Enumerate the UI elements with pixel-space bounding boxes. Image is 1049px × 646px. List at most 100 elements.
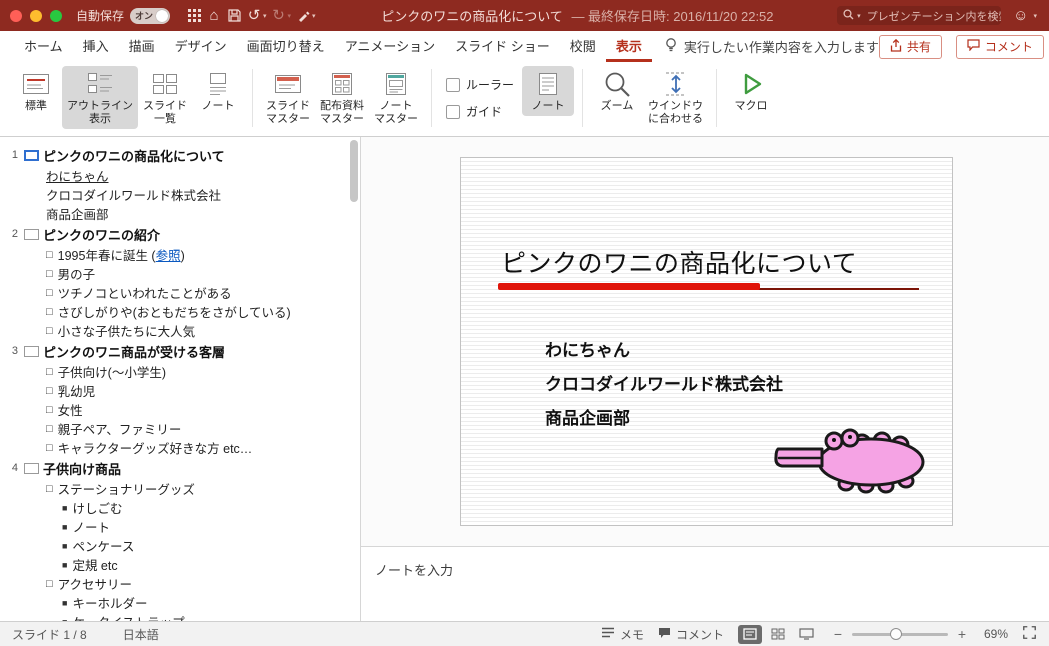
- redo-chevron-icon[interactable]: ▾: [288, 12, 292, 20]
- share-button[interactable]: 共有: [878, 34, 942, 59]
- outline-item[interactable]: □ 小さな子供たちに大人気: [0, 321, 360, 340]
- fullscreen-window-button[interactable]: [50, 9, 62, 22]
- outline-item[interactable]: わにちゃん: [0, 166, 360, 185]
- tab-表示[interactable]: 表示: [606, 31, 652, 62]
- language-indicator[interactable]: 日本語: [123, 626, 159, 643]
- notes-toggle-button[interactable]: ノート: [522, 66, 575, 116]
- document-name: ピンクのワニの商品化について: [381, 9, 563, 24]
- tab-デザイン[interactable]: デザイン: [165, 31, 237, 62]
- slide-thumbnail-icon[interactable]: [24, 149, 39, 161]
- outline-item[interactable]: ■ ノート: [0, 517, 360, 536]
- outline-item[interactable]: □ 親子ペア、ファミリー: [0, 419, 360, 438]
- outline-item[interactable]: □ キャラクターグッズ好きな方 etc…: [0, 438, 360, 457]
- search-chevron-icon[interactable]: ▾: [857, 12, 861, 20]
- zoom-slider-thumb[interactable]: [890, 627, 902, 640]
- outline-item[interactable]: ■ ケータイストラップ: [0, 612, 360, 621]
- slide[interactable]: ピンクのワニの商品化について わにちゃん クロコダイルワールド株式会社 商品企画部: [460, 157, 953, 526]
- tab-画面切り替え[interactable]: 画面切り替え: [237, 31, 335, 62]
- slide-sorter-view-switch[interactable]: [766, 625, 790, 644]
- outline-item[interactable]: □ 子供向け(〜小学生): [0, 362, 360, 381]
- outline-view-button[interactable]: アウトライン 表示: [62, 66, 138, 129]
- minimize-window-button[interactable]: [30, 9, 42, 22]
- redo-icon[interactable]: ↻: [269, 0, 289, 31]
- outline-pane[interactable]: 1 ピンクのワニの商品化について わにちゃん クロコダイルワールド株式会社 商品企画部 2…: [0, 137, 361, 621]
- outline-slide-heading[interactable]: 4 子供向け商品: [0, 457, 360, 479]
- outline-slide-heading[interactable]: 3 ピンクのワニ商品が受ける客層: [0, 340, 360, 362]
- outline-item[interactable]: □ ツチノコといわれたことがある: [0, 283, 360, 302]
- format-painter-icon[interactable]: [293, 0, 313, 31]
- slide-sorter-button[interactable]: スライド 一覧: [138, 66, 192, 129]
- notes-master-button[interactable]: ノート マスター: [369, 66, 423, 129]
- feedback-chevron-icon[interactable]: ▾: [1033, 12, 1037, 20]
- outline-item[interactable]: ■ ペンケース: [0, 536, 360, 555]
- undo-chevron-icon[interactable]: ▾: [263, 12, 267, 20]
- outline-scrollbar[interactable]: [350, 140, 358, 202]
- fit-to-window-button[interactable]: ウインドウ に合わせる: [643, 66, 708, 129]
- notes-pane[interactable]: ノートを入力: [361, 546, 1049, 621]
- outline-slide-heading[interactable]: 2 ピンクのワニの紹介: [0, 223, 360, 245]
- macros-button[interactable]: マクロ: [725, 66, 777, 116]
- comments-button[interactable]: コメント: [955, 34, 1044, 59]
- outline-item[interactable]: □ ステーショナリーグッズ: [0, 479, 360, 498]
- handout-master-button[interactable]: 配布資料 マスター: [315, 66, 369, 129]
- undo-icon[interactable]: ↺: [244, 0, 264, 31]
- outline-item[interactable]: □ 男の子: [0, 264, 360, 283]
- search-box[interactable]: ▾ プレゼンテーション内を検索: [837, 6, 1002, 25]
- comments-toggle-button[interactable]: コメント: [658, 626, 724, 643]
- notes-toggle-icon: [535, 70, 561, 98]
- normal-view-button[interactable]: 標準: [10, 66, 62, 116]
- fit-slide-button[interactable]: [1022, 625, 1037, 643]
- outline-item[interactable]: ■ けしごむ: [0, 498, 360, 517]
- slide-thumbnail-icon[interactable]: [24, 462, 39, 474]
- slide-canvas[interactable]: ピンクのワニの商品化について わにちゃん クロコダイルワールド株式会社 商品企画部: [361, 137, 1049, 546]
- normal-view-switch[interactable]: [738, 624, 762, 644]
- tab-描画[interactable]: 描画: [119, 31, 165, 62]
- titlebar: 自動保存 オン ⌂ ↺ ▾ ↻ ▾ ▾ ピンクのワニの商品化について — 最終保存日…: [0, 0, 1049, 31]
- outline-item[interactable]: □ 女性: [0, 400, 360, 419]
- ruler-checkbox-row[interactable]: ルーラー: [446, 76, 514, 93]
- tab-校閲[interactable]: 校閲: [560, 31, 606, 62]
- slide-thumbnail-icon[interactable]: [24, 345, 39, 357]
- reference-link[interactable]: 参照: [156, 249, 181, 263]
- tab-スライド ショー[interactable]: スライド ショー: [445, 31, 560, 62]
- slide-thumbnail-icon[interactable]: [24, 228, 39, 240]
- format-painter-chevron-icon[interactable]: ▾: [312, 12, 316, 20]
- tab-アニメーション[interactable]: アニメーション: [335, 31, 445, 62]
- guides-checkbox-row[interactable]: ガイド: [446, 103, 514, 120]
- slide-title[interactable]: ピンクのワニの商品化について: [501, 244, 857, 280]
- pink-crocodile-drawing[interactable]: [774, 418, 926, 501]
- slide-master-button[interactable]: スライド マスター: [261, 66, 315, 129]
- outline-item[interactable]: □ さびしがりや(おともだちをさがしている): [0, 302, 360, 321]
- save-icon[interactable]: [224, 0, 244, 31]
- ruler-checkbox[interactable]: [446, 77, 460, 92]
- outline-item[interactable]: □ アクセサリー: [0, 574, 360, 593]
- slide-subtitle-block[interactable]: わにちゃん クロコダイルワールド株式会社 商品企画部: [545, 334, 783, 436]
- memo-button[interactable]: メモ: [601, 626, 644, 643]
- feedback-smiley-icon[interactable]: ☺: [1013, 7, 1028, 24]
- guides-checkbox[interactable]: [446, 104, 460, 119]
- outline-item[interactable]: ■ 定規 etc: [0, 555, 360, 574]
- zoom-percentage[interactable]: 69%: [976, 627, 1008, 641]
- home-icon[interactable]: ⌂: [204, 0, 224, 31]
- outline-item-text: キーホルダー: [72, 597, 148, 611]
- outline-list: 1 ピンクのワニの商品化について わにちゃん クロコダイルワールド株式会社 商品企画部 2…: [0, 144, 360, 622]
- zoom-slider[interactable]: [852, 627, 948, 640]
- tab-ホーム[interactable]: ホーム: [14, 31, 73, 62]
- app-grid-icon[interactable]: [184, 0, 204, 31]
- zoom-out-button[interactable]: −: [832, 626, 844, 642]
- notes-page-button[interactable]: ノート: [192, 66, 244, 116]
- close-window-button[interactable]: [10, 9, 22, 22]
- slideshow-view-switch[interactable]: [794, 625, 818, 644]
- outline-item[interactable]: ■ キーホルダー: [0, 593, 360, 612]
- zoom-button[interactable]: ズーム: [591, 66, 643, 116]
- outline-item[interactable]: クロコダイルワールド株式会社: [0, 185, 360, 204]
- outline-item[interactable]: □ 1995年春に誕生 (参照): [0, 245, 360, 264]
- outline-item[interactable]: 商品企画部: [0, 204, 360, 223]
- slide-number: 4: [11, 462, 18, 474]
- zoom-in-button[interactable]: +: [956, 626, 968, 642]
- tell-me-box[interactable]: 実行したい作業内容を入力します: [664, 37, 879, 56]
- tab-挿入[interactable]: 挿入: [73, 31, 119, 62]
- outline-item[interactable]: □ 乳幼児: [0, 381, 360, 400]
- autosave-toggle[interactable]: オン: [130, 7, 171, 24]
- outline-slide-heading[interactable]: 1 ピンクのワニの商品化について: [0, 144, 360, 166]
